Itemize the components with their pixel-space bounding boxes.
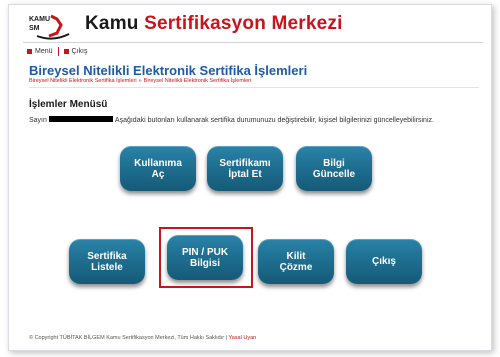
sertifika-listele-button[interactable]: Sertifika Listele: [69, 239, 145, 284]
nav-divider: [57, 47, 59, 56]
brand-kamu: Kamu: [85, 13, 139, 34]
brand-title: Kamu Sertifikasyon Merkezi: [85, 13, 343, 35]
bilgi-guncelle-button[interactable]: Bilgi Güncelle: [296, 146, 372, 191]
footer-copyright: © Copyright TÜBİTAK BİLGEM Kamu Sertifik…: [29, 335, 228, 341]
breadcrumb: Bireysel Nitelikli Elektronik Sertifika …: [29, 78, 251, 84]
logo-text: KAMU: [29, 16, 50, 23]
menu-bullet-icon: [27, 49, 32, 54]
kamu-sm-logo: KAMU SM: [29, 14, 70, 40]
top-nav: Menü Çıkış: [27, 47, 87, 56]
pin-puk-highlight-box: [159, 227, 253, 288]
breadcrumb-arrow-icon: »: [138, 78, 142, 84]
svg-text:SM: SM: [29, 25, 40, 32]
footer: © Copyright TÜBİTAK BİLGEM Kamu Sertifik…: [29, 335, 257, 341]
page-frame: KAMU SM Kamu Sertifikasyon Merkezi Menü …: [8, 4, 492, 351]
legal-notice-link[interactable]: Yasal Uyarı: [228, 335, 256, 341]
intro-text: Sayın Aşağıdaki butonları kullanarak sert…: [29, 116, 481, 125]
title-divider: [29, 87, 479, 88]
intro-body: Aşağıdaki butonları kullanarak sertifika…: [114, 117, 434, 124]
menu-heading: İşlemler Menüsü: [29, 99, 108, 110]
breadcrumb-item[interactable]: Bireysel Nitelikli Elektronik Sertifika …: [29, 78, 137, 84]
kilit-cozme-button[interactable]: Kilit Çözme: [258, 239, 334, 284]
header-divider: [23, 42, 483, 43]
logout-bullet-icon: [63, 49, 69, 54]
breadcrumb-item[interactable]: Bireysel Nitelikli Elektronik Sertifika …: [144, 78, 252, 84]
brand-sertifikasyon: Sertifikasyon Merkezi: [144, 13, 343, 34]
page-title: Bireysel Nitelikli Elektronik Sertifika …: [29, 63, 308, 78]
intro-prefix: Sayın: [29, 117, 47, 124]
cikis-button[interactable]: Çıkış: [346, 239, 422, 284]
redacted-name: [48, 116, 113, 122]
nav-logout-link[interactable]: Çıkış: [72, 48, 88, 55]
site-header: KAMU SM Kamu Sertifikasyon Merkezi: [9, 5, 491, 45]
kullanima-ac-button[interactable]: Kullanıma Aç: [120, 146, 196, 191]
nav-menu-link[interactable]: Menü: [35, 48, 53, 55]
sertifikami-iptal-et-button[interactable]: Sertifikamı İptal Et: [207, 146, 283, 191]
